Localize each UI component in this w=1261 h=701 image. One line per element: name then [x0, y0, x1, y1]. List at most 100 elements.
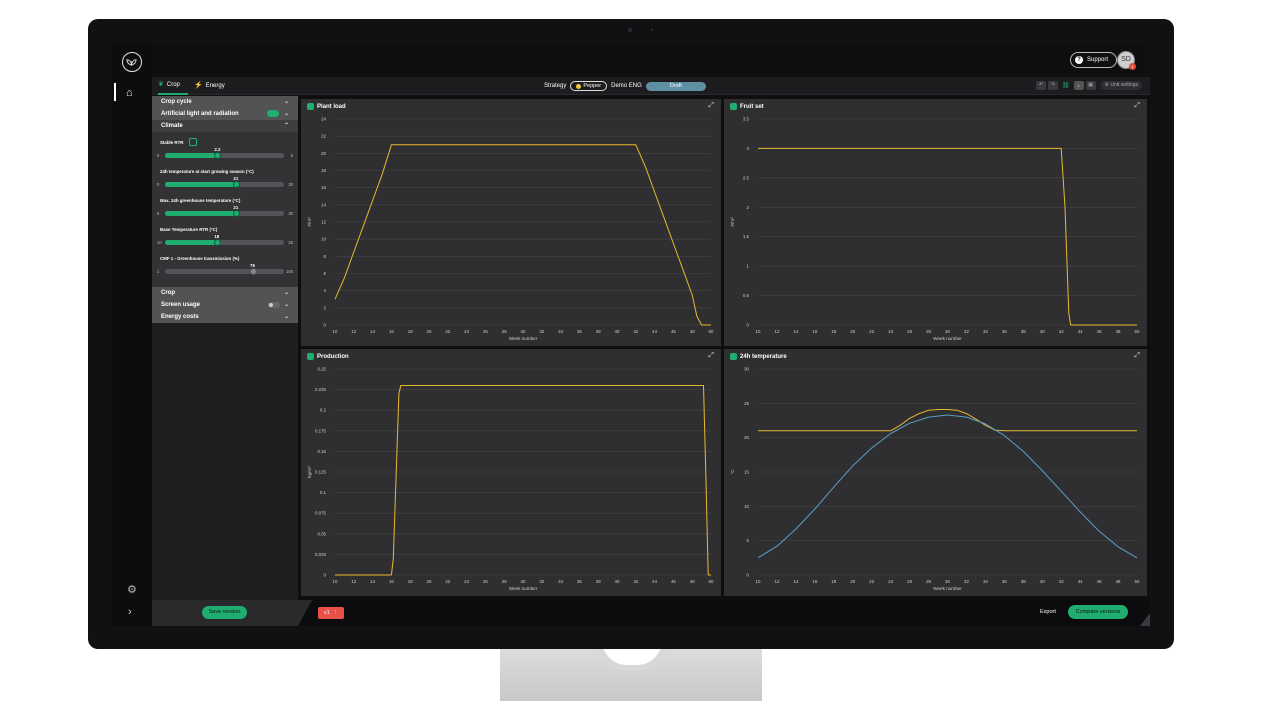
series-line-yellow	[758, 409, 1137, 432]
rtr-info-icon[interactable]	[189, 138, 197, 146]
x-tick-label: 38	[596, 579, 601, 584]
x-tick-label: 46	[1097, 329, 1102, 334]
x-tick-label: 36	[577, 579, 582, 584]
chevron-down-icon: ⌄	[283, 290, 289, 296]
section-energy-costs[interactable]: Energy costs ⌄	[152, 311, 298, 323]
section-label: Artificial light and radiation	[161, 111, 239, 117]
pepper-icon	[576, 83, 582, 89]
slider-handle[interactable]	[214, 152, 222, 159]
active-nav-indicator	[114, 83, 116, 101]
x-tick-label: 48	[690, 329, 695, 334]
avatar[interactable]: SD 1	[1117, 51, 1136, 70]
crop-pill[interactable]: Pepper	[570, 81, 608, 91]
notification-badge: 1	[1129, 63, 1136, 70]
y-tick-label: 10	[744, 504, 749, 509]
slider-min: 10	[157, 240, 162, 245]
y-axis-label: °C	[730, 469, 735, 475]
x-tick-label: 30	[945, 579, 950, 584]
y-tick-label: 6	[324, 271, 327, 276]
slider-handle[interactable]	[233, 181, 241, 188]
lightning-icon: ⚡	[194, 82, 203, 89]
section-crop-cycle[interactable]: Crop cycle ⌄	[152, 96, 298, 108]
y-tick-label: 8	[324, 254, 327, 259]
slider-fill	[165, 240, 218, 245]
section-label: Crop	[161, 290, 175, 296]
slider-label: Stable RTR	[160, 140, 184, 145]
x-tick-label: 20	[850, 329, 855, 334]
slider-track[interactable]	[165, 181, 284, 188]
slider-label: Max. 24h greenhouse temperature (°C)	[160, 198, 241, 203]
x-tick-label: 48	[1116, 579, 1121, 584]
version-tab[interactable]: v1 ⋮	[318, 607, 344, 619]
section-artificial-light[interactable]: Artificial light and radiation ⌄	[152, 108, 298, 120]
screen-usage-toggle[interactable]	[268, 302, 280, 308]
chevron-down-icon: ⌄	[283, 314, 289, 320]
x-tick-label: 28	[502, 329, 507, 334]
x-tick-label: 24	[464, 579, 469, 584]
y-tick-label: 0.5	[743, 293, 750, 298]
compare-versions-button[interactable]: Compare versions	[1068, 605, 1128, 619]
line-chart-view-icon[interactable]: ⌞	[1073, 81, 1084, 90]
parameter-sidebar: Crop cycle ⌄ Artificial light and radiat…	[152, 96, 298, 600]
slider-track[interactable]	[165, 239, 284, 246]
section-climate[interactable]: Climate ⌃	[152, 120, 298, 132]
x-tick-label: 24	[888, 579, 893, 584]
x-tick-label: 32	[539, 329, 544, 334]
series-line-yellow	[335, 385, 711, 576]
app-screen: ⌂ ⚙ › ? Support SD 1 ❦ Crop ⚡ Energy Str…	[112, 43, 1150, 626]
slider-max: 30	[288, 211, 293, 216]
x-tick-label: 22	[445, 579, 450, 584]
export-link[interactable]: Export	[1040, 609, 1056, 615]
x-tick-label: 40	[1040, 579, 1045, 584]
x-tick-label: 46	[671, 329, 676, 334]
status-badge[interactable]: Draft	[645, 81, 706, 91]
x-tick-label: 50	[709, 579, 714, 584]
y-tick-label: 2	[747, 205, 750, 210]
save-version-button[interactable]: Save version	[202, 606, 247, 619]
y-tick-label: 30	[744, 367, 749, 372]
x-tick-label: 26	[907, 579, 912, 584]
y-tick-label: 3	[747, 146, 750, 151]
slider-handle[interactable]	[250, 268, 258, 275]
redo-icon[interactable]: ↷	[1047, 81, 1058, 90]
x-axis-label: Week number	[509, 336, 538, 341]
undo-icon[interactable]: ↶	[1035, 81, 1046, 90]
webcam-icon	[628, 28, 632, 32]
kebab-menu-icon[interactable]: ⋮	[333, 610, 339, 616]
sensor-dot	[651, 29, 653, 31]
tab-energy-label: Energy	[205, 83, 225, 89]
link-icon[interactable]: ⛓	[1062, 82, 1070, 89]
slider-min: 1	[157, 269, 160, 274]
slider-handle[interactable]	[214, 239, 222, 246]
slider-handle[interactable]	[233, 210, 241, 217]
help-icon: ?	[1075, 56, 1083, 64]
grid-view-icon[interactable]: ▦	[1085, 81, 1096, 90]
section-crop[interactable]: Crop ⌄	[152, 287, 298, 299]
x-tick-label: 24	[464, 329, 469, 334]
x-tick-label: 50	[709, 329, 714, 334]
chevron-right-icon[interactable]: ›	[128, 606, 132, 618]
y-axis-label: #/m²	[307, 217, 312, 227]
x-tick-label: 46	[1097, 579, 1102, 584]
x-tick-label: 46	[671, 579, 676, 584]
support-button[interactable]: ? Support	[1070, 52, 1118, 68]
tab-energy[interactable]: ⚡ Energy	[194, 77, 225, 95]
x-tick-label: 40	[1040, 329, 1045, 334]
slider-track[interactable]	[165, 152, 284, 159]
section-screen-usage[interactable]: Screen usage ⌄	[152, 299, 298, 311]
x-tick-label: 16	[812, 579, 817, 584]
unit-settings-button[interactable]: ⚙ Unit settings	[1100, 81, 1142, 90]
x-tick-label: 34	[558, 329, 563, 334]
home-icon[interactable]: ⌂	[126, 87, 133, 99]
app-logo-icon[interactable]	[122, 52, 142, 72]
x-tick-label: 36	[577, 329, 582, 334]
x-tick-label: 32	[964, 329, 969, 334]
x-tick-label: 10	[333, 329, 338, 334]
series-line-yellow	[334, 144, 711, 326]
tab-crop-label: Crop	[166, 82, 180, 88]
slider-track[interactable]	[165, 210, 284, 217]
gear-icon[interactable]: ⚙	[127, 583, 137, 596]
x-tick-label: 38	[1021, 579, 1026, 584]
slider-track[interactable]	[165, 268, 284, 275]
tab-crop[interactable]: ❦ Crop	[158, 77, 188, 95]
